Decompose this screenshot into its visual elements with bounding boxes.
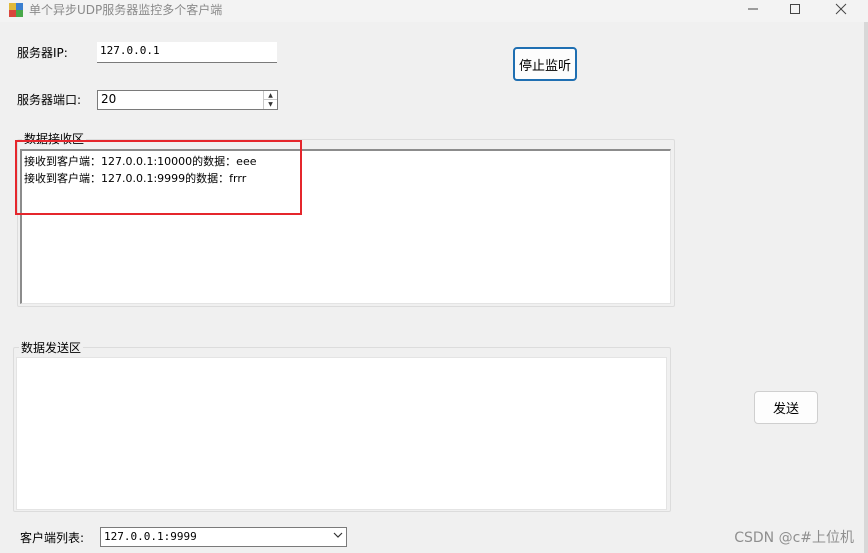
watermark: CSDN @c#上位机 xyxy=(734,530,854,546)
chevron-down-icon[interactable] xyxy=(333,530,343,543)
minimize-icon xyxy=(748,8,758,10)
client-list-label: 客户端列表: xyxy=(20,531,85,545)
server-ip-label: 服务器IP: xyxy=(17,46,68,60)
server-port-value: 20 xyxy=(101,92,117,106)
server-port-label: 服务器端口: xyxy=(17,93,82,107)
send-textarea[interactable] xyxy=(16,357,667,510)
red-highlight-annotation xyxy=(15,140,302,215)
client-list-selected: 127.0.0.1:9999 xyxy=(104,530,197,543)
window-title: 单个异步UDP服务器监控多个客户端 xyxy=(29,3,223,17)
server-ip-input[interactable]: 127.0.0.1 xyxy=(97,42,277,63)
close-button[interactable] xyxy=(819,0,863,18)
maximize-icon xyxy=(790,4,800,14)
close-icon xyxy=(835,3,847,15)
maximize-button[interactable] xyxy=(773,0,817,18)
minimize-button[interactable] xyxy=(731,0,775,18)
client-list-combobox[interactable]: 127.0.0.1:9999 xyxy=(100,527,347,547)
app-window-icon xyxy=(9,3,23,17)
port-spinner[interactable]: ▲ ▼ xyxy=(263,91,277,109)
send-button[interactable]: 发送 xyxy=(754,391,818,424)
title-bar: 单个异步UDP服务器监控多个客户端 xyxy=(0,0,868,22)
spin-down-icon[interactable]: ▼ xyxy=(264,100,277,109)
server-port-stepper[interactable]: 20 ▲ ▼ xyxy=(97,90,278,110)
spin-up-icon[interactable]: ▲ xyxy=(264,91,277,100)
stop-listen-button[interactable]: 停止监听 xyxy=(513,47,577,81)
background-window-edge xyxy=(864,22,868,553)
send-group-title: 数据发送区 xyxy=(19,339,84,356)
